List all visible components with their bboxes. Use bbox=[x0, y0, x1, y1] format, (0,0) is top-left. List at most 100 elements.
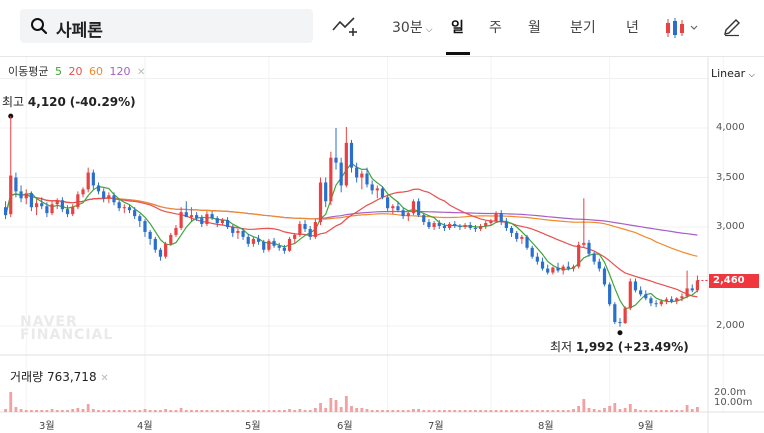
volume-bar bbox=[365, 409, 369, 412]
x-tick-label: 7월 bbox=[428, 421, 444, 432]
volume-bar bbox=[551, 410, 555, 412]
volume-bar bbox=[112, 410, 116, 412]
candle-body bbox=[587, 242, 591, 254]
ma5-line bbox=[5, 162, 698, 310]
candle bbox=[96, 182, 101, 195]
volume-bar bbox=[484, 410, 488, 412]
candle-body bbox=[509, 227, 514, 233]
volume-bar bbox=[577, 406, 581, 412]
candle-body bbox=[34, 203, 39, 208]
tab-week[interactable]: 주 bbox=[489, 17, 502, 37]
volume-bar bbox=[556, 410, 560, 412]
candle bbox=[587, 239, 591, 257]
volume-bar bbox=[504, 410, 508, 412]
candle bbox=[504, 218, 508, 231]
y-tick-label: 3,500 bbox=[716, 172, 745, 183]
tab-month[interactable]: 월 bbox=[528, 17, 541, 37]
candle bbox=[406, 212, 410, 222]
candle-body bbox=[675, 298, 679, 302]
candle bbox=[158, 247, 163, 261]
candle-body bbox=[396, 206, 400, 211]
candle bbox=[664, 297, 669, 305]
volume-bar bbox=[360, 408, 364, 412]
volume-bar bbox=[60, 410, 64, 412]
volume-bar bbox=[179, 408, 183, 412]
candle-body bbox=[102, 191, 106, 199]
y-tick-label: 2,000 bbox=[716, 320, 745, 331]
volume-bar bbox=[257, 410, 260, 412]
low-marker bbox=[617, 330, 623, 336]
candle bbox=[685, 270, 689, 299]
volume-bar bbox=[427, 410, 431, 412]
candle-body bbox=[107, 195, 111, 199]
search-box[interactable]: 사페론 bbox=[20, 9, 313, 43]
volume-bar bbox=[252, 410, 255, 412]
candle-body bbox=[365, 173, 369, 185]
volume-bar bbox=[566, 410, 570, 412]
candle bbox=[3, 201, 8, 220]
candle bbox=[551, 266, 555, 275]
candle bbox=[623, 306, 627, 325]
candle-body bbox=[9, 175, 13, 215]
candle-body bbox=[189, 215, 194, 218]
candle bbox=[236, 228, 240, 239]
volume-bar bbox=[308, 410, 312, 412]
volume-bar bbox=[417, 409, 421, 412]
tab-day[interactable]: 일 bbox=[451, 17, 464, 37]
candle-body bbox=[473, 227, 478, 229]
candle bbox=[628, 278, 632, 311]
volume-bar bbox=[313, 408, 317, 412]
pencil-icon[interactable] bbox=[722, 17, 742, 37]
candle-body bbox=[324, 182, 328, 202]
candle bbox=[546, 264, 550, 275]
legend-title: 이동평균 bbox=[8, 65, 49, 78]
volume-bar bbox=[634, 409, 637, 412]
candle bbox=[256, 234, 261, 245]
candle bbox=[241, 227, 245, 240]
candle bbox=[535, 252, 539, 265]
candle bbox=[251, 236, 256, 247]
volume-bar bbox=[644, 410, 648, 412]
candle-type-icon[interactable] bbox=[664, 16, 704, 40]
volume-bar bbox=[370, 410, 374, 412]
candle bbox=[9, 165, 13, 218]
volume-bar bbox=[386, 410, 390, 412]
candle bbox=[458, 224, 462, 230]
candle bbox=[577, 241, 581, 269]
candle bbox=[370, 180, 374, 195]
search-icon bbox=[31, 18, 48, 35]
candle-body bbox=[318, 182, 323, 223]
candle-body bbox=[489, 221, 493, 224]
candle bbox=[597, 258, 601, 272]
candle-body bbox=[272, 240, 276, 246]
candle bbox=[613, 302, 617, 325]
volume-bar bbox=[40, 410, 44, 412]
candle-body bbox=[71, 207, 75, 215]
price-chart[interactable] bbox=[0, 57, 764, 433]
search-query[interactable]: 사페론 bbox=[56, 16, 103, 41]
close-icon[interactable]: ✕ bbox=[100, 373, 108, 384]
candle bbox=[14, 172, 18, 198]
scale-selector[interactable]: Linear ⌵ bbox=[711, 67, 755, 80]
candle-body bbox=[561, 266, 565, 271]
volume-bar bbox=[344, 396, 348, 412]
tab-year[interactable]: 년 bbox=[626, 17, 639, 37]
candle bbox=[127, 205, 132, 214]
candle-body bbox=[329, 157, 333, 202]
chart-compare-icon[interactable] bbox=[332, 14, 358, 38]
candle bbox=[148, 229, 152, 245]
candle bbox=[267, 238, 271, 252]
candle-body bbox=[210, 214, 214, 219]
tab-30min[interactable]: 30분 ⌵ bbox=[392, 17, 433, 37]
volume-bar bbox=[231, 410, 235, 412]
chevron-down-icon: ⌵ bbox=[425, 25, 433, 35]
volume-tick-label: 10.00m bbox=[714, 397, 753, 408]
candle-body bbox=[231, 227, 235, 233]
tab-quarter[interactable]: 분기 bbox=[570, 17, 596, 37]
volume-bar bbox=[453, 410, 457, 412]
close-icon[interactable]: ✕ bbox=[137, 67, 145, 78]
volume-bar bbox=[35, 410, 38, 412]
volume-bar bbox=[520, 410, 524, 412]
candle bbox=[463, 223, 467, 229]
legend-ma120: 120 bbox=[109, 65, 131, 78]
